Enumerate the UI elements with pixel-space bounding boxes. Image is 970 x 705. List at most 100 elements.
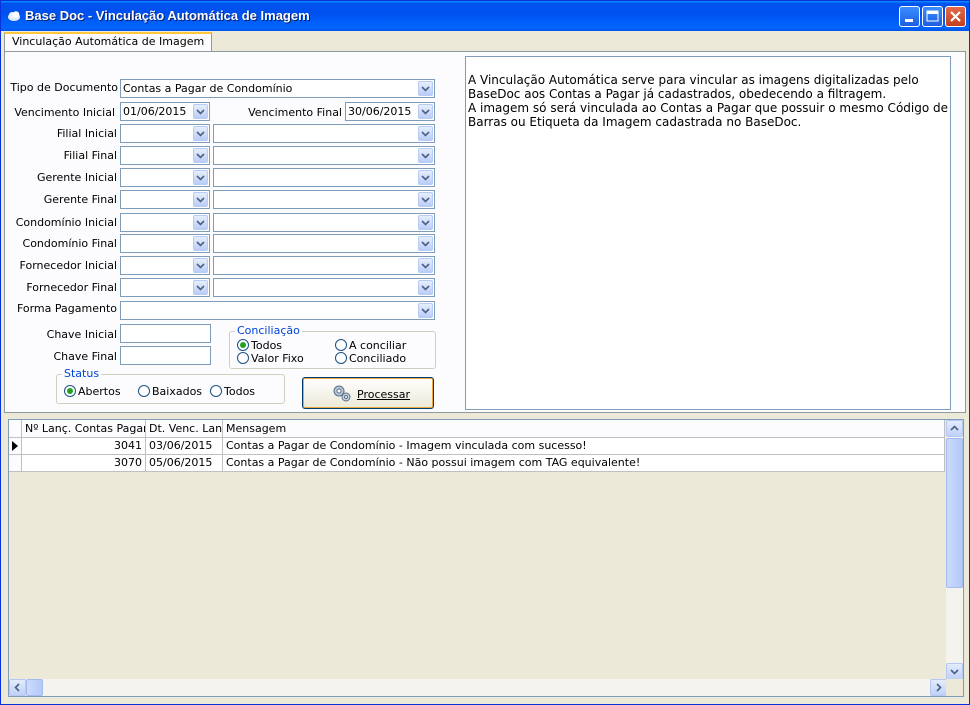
table-row[interactable]: 3070 05/06/2015 Contas a Pagar de Condom… [9,455,945,472]
radio-unchecked-icon [138,385,150,397]
chevron-down-icon[interactable] [418,81,433,96]
scroll-up-button[interactable] [946,420,963,437]
col-header-mensagem[interactable]: Mensagem [223,420,945,438]
radio-conciliacao-todos[interactable]: Todos [237,339,282,352]
gerente-inicial-code-select[interactable] [120,168,210,187]
venc-final-label: Vencimento Final [248,106,342,119]
col-header-data[interactable]: Dt. Venc. Lanc [146,420,223,438]
chevron-down-icon[interactable] [418,126,433,141]
conciliacao-title: Conciliação [235,324,302,337]
condominio-inicial-code-select[interactable] [120,213,210,232]
chevron-down-icon[interactable] [418,215,433,230]
scrollbar-corner [946,679,963,696]
maximize-button[interactable] [922,6,943,27]
fornecedor-final-code-select[interactable] [120,278,210,297]
fornecedor-inicial-code-select[interactable] [120,256,210,275]
processar-button[interactable]: Processar [302,377,434,409]
fornecedor-inicial-label: Fornecedor Inicial [19,259,117,272]
cell-data[interactable]: 05/06/2015 [146,455,223,472]
chevron-down-icon[interactable] [418,104,433,119]
radio-status-baixados[interactable]: Baixados [138,385,202,398]
scroll-right-button[interactable] [930,679,947,696]
cell-mensagem[interactable]: Contas a Pagar de Condomínio - Imagem vi… [223,438,945,455]
vertical-scroll-thumb[interactable] [946,438,963,588]
fornecedor-final-name-select[interactable] [213,278,435,297]
horizontal-scrollbar[interactable] [9,679,947,696]
condominio-final-label: Condomínio Final [22,237,117,250]
chevron-down-icon[interactable] [193,126,208,141]
horizontal-scroll-thumb[interactable] [26,679,43,696]
chevron-down-icon[interactable] [193,280,208,295]
cell-lanc[interactable]: 3041 [22,438,146,455]
radio-conciliacao-a-conciliar[interactable]: A conciliar [335,339,406,352]
chevron-down-icon[interactable] [193,236,208,251]
chevron-down-icon[interactable] [193,258,208,273]
chave-final-input[interactable] [120,346,211,365]
condominio-inicial-name-select[interactable] [213,213,435,232]
chevron-down-icon[interactable] [193,170,208,185]
cell-data[interactable]: 03/06/2015 [146,438,223,455]
forma-pagamento-select[interactable] [120,301,435,320]
conciliacao-group: Conciliação Todos A conciliar Valor Fixo… [229,324,436,369]
vertical-scrollbar[interactable] [946,420,963,680]
gerente-final-code-select[interactable] [120,190,210,209]
radio-conciliacao-conciliado[interactable]: Conciliado [335,352,406,365]
tab-panel: Tipo de Documento Contas a Pagar de Cond… [4,51,966,413]
tipo-documento-label: Tipo de Documento [10,81,118,94]
row-indicator [9,455,22,472]
radio-unchecked-icon [335,352,347,364]
grid-indicator-header [9,420,22,438]
chevron-down-icon[interactable] [193,192,208,207]
chevron-down-icon[interactable] [418,192,433,207]
chevron-left-icon [14,683,20,692]
table-row[interactable]: 3041 03/06/2015 Contas a Pagar de Condom… [9,438,945,455]
chevron-down-icon[interactable] [418,236,433,251]
chevron-down-icon[interactable] [193,215,208,230]
info-line-1: A Vinculação Automática serve para vincu… [468,73,919,101]
radio-conciliacao-valor-fixo[interactable]: Valor Fixo [237,352,304,365]
cell-lanc[interactable]: 3070 [22,455,146,472]
radio-unchecked-icon [237,352,249,364]
filial-final-code-select[interactable] [120,146,210,165]
gerente-inicial-label: Gerente Inicial [36,171,117,184]
close-icon [950,11,961,22]
filial-inicial-name-select[interactable] [213,124,435,143]
chevron-down-icon[interactable] [193,148,208,163]
fornecedor-inicial-name-select[interactable] [213,256,435,275]
gerente-final-name-select[interactable] [213,190,435,209]
close-button[interactable] [945,6,966,27]
minimize-icon [905,19,913,22]
tab-strip: Vinculação Automática de Imagem [4,31,966,52]
chevron-down-icon[interactable] [418,258,433,273]
filial-final-name-select[interactable] [213,146,435,165]
radio-status-abertos[interactable]: Abertos [64,385,121,398]
tipo-documento-select[interactable]: Contas a Pagar de Condomínio [120,79,435,98]
chevron-down-icon[interactable] [418,280,433,295]
tab-vinculacao[interactable]: Vinculação Automática de Imagem [4,32,213,52]
cell-mensagem[interactable]: Contas a Pagar de Condomínio - Não possu… [223,455,945,472]
scroll-left-button[interactable] [9,679,26,696]
title-bar[interactable]: Base Doc - Vinculação Automática de Imag… [1,1,969,31]
chevron-down-icon[interactable] [418,303,433,318]
scroll-down-button[interactable] [946,663,963,680]
radio-status-todos[interactable]: Todos [210,385,255,398]
condominio-final-name-select[interactable] [213,234,435,253]
results-grid[interactable]: Nº Lanç. Contas Pagar Dt. Venc. Lanc Men… [8,419,964,697]
gerente-inicial-name-select[interactable] [213,168,435,187]
col-header-lanc[interactable]: Nº Lanç. Contas Pagar [22,420,146,438]
condominio-final-code-select[interactable] [120,234,210,253]
current-row-arrow-icon [12,441,18,451]
chevron-down-icon[interactable] [418,148,433,163]
chevron-down-icon[interactable] [418,170,433,185]
venc-final-date[interactable]: 30/06/2015 [345,102,435,121]
fornecedor-final-label: Fornecedor Final [26,281,117,294]
venc-inicial-date[interactable]: 01/06/2015 [120,102,210,121]
forma-pagamento-label: Forma Pagamento [16,302,117,315]
chevron-up-icon [950,425,959,431]
chevron-down-icon[interactable] [193,104,208,119]
filial-inicial-label: Filial Inicial [56,127,117,140]
minimize-button[interactable] [899,6,920,27]
filial-inicial-code-select[interactable] [120,124,210,143]
radio-checked-icon [237,339,249,351]
chave-inicial-input[interactable] [120,324,211,343]
